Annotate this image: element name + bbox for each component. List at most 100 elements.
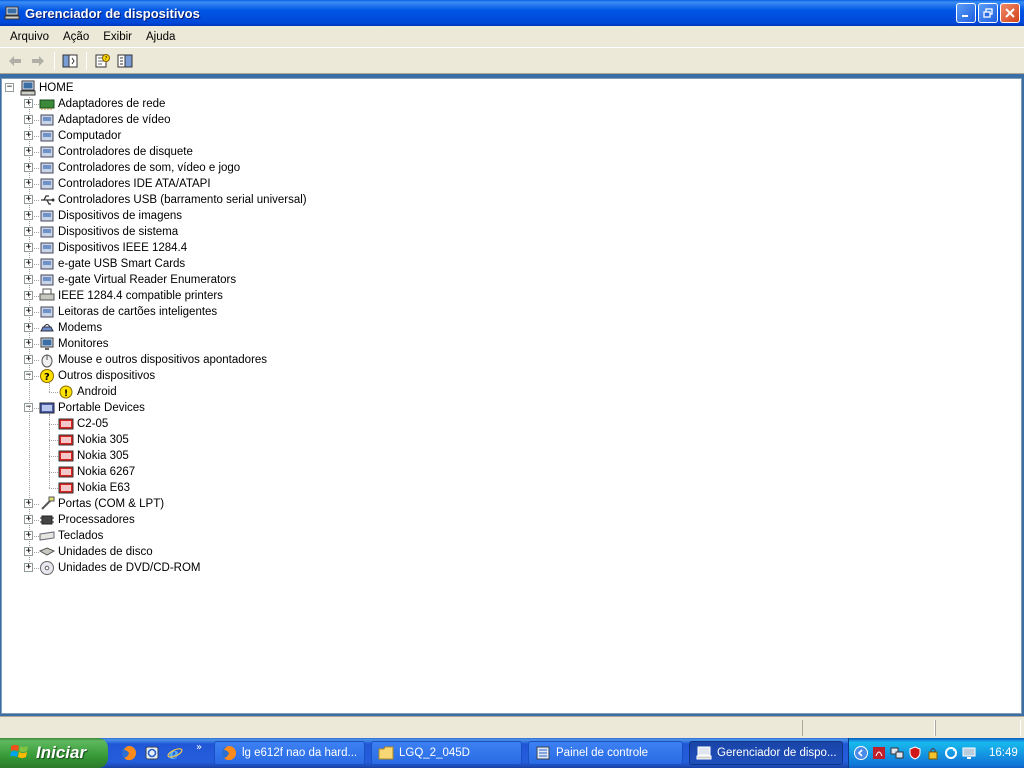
tree-device[interactable]: Nokia 6267	[58, 464, 135, 480]
tree-item-label: Nokia 6267	[77, 466, 136, 478]
tree-device[interactable]: Nokia 305	[58, 448, 129, 464]
tree-item-label: C2-05	[77, 418, 109, 430]
firefox-icon[interactable]	[120, 744, 138, 762]
collapse-icon[interactable]: −	[5, 83, 14, 92]
update-icon[interactable]	[943, 745, 959, 761]
device-tree-pane[interactable]: − HOME + Adaptadores de rede + Adaptadores de…	[1, 78, 1022, 714]
tree-category[interactable]: Dispositivos IEEE 1284.4	[39, 240, 187, 256]
tree-connector	[49, 488, 58, 489]
cdrom-icon	[39, 560, 55, 576]
properties-help-icon[interactable]: ?	[91, 50, 113, 72]
tree-category[interactable]: Unidades de DVD/CD-ROM	[39, 560, 201, 576]
security-icon[interactable]	[925, 745, 941, 761]
title-bar[interactable]: Gerenciador de dispositivos	[0, 0, 1024, 26]
device-manager-icon	[4, 5, 20, 21]
tree-category[interactable]: Controladores de disquete	[39, 144, 193, 160]
tree-category[interactable]: Mouse e outros dispositivos apontadores	[39, 352, 267, 368]
device-manager-icon	[696, 745, 712, 761]
network-icon[interactable]	[889, 745, 905, 761]
network-adapter-icon	[39, 96, 55, 112]
tree-item-label: Processadores	[58, 514, 135, 526]
tree-item-label: Dispositivos de imagens	[58, 210, 183, 222]
svg-text:?: ?	[105, 56, 108, 62]
tree-category[interactable]: Computador	[39, 128, 121, 144]
keyboard-icon	[39, 528, 55, 544]
task-firefox[interactable]: lg e612f nao da hard...	[214, 741, 365, 765]
start-button[interactable]: Iniciar	[0, 738, 108, 768]
minimize-button[interactable]	[956, 3, 976, 23]
tree-category[interactable]: Modems	[39, 320, 102, 336]
tree-item-label: Monitores	[58, 338, 109, 350]
smart-card-icon	[39, 256, 55, 272]
tree-category[interactable]: Controladores de som, vídeo e jogo	[39, 160, 240, 176]
task-control-panel[interactable]: Painel de controle	[528, 741, 683, 765]
menu-bar: Arquivo Ação Exibir Ajuda	[0, 26, 1024, 48]
tree-category[interactable]: Unidades de disco	[39, 544, 153, 560]
tree-connector	[49, 414, 50, 488]
tree-category[interactable]: Leitoras de cartões inteligentes	[39, 304, 217, 320]
tree-item-label: IEEE 1284.4 compatible printers	[58, 290, 223, 302]
tree-category[interactable]: Processadores	[39, 512, 135, 528]
tree-connector	[29, 94, 30, 568]
tree-item-label: e-gate USB Smart Cards	[58, 258, 186, 270]
usb-icon	[39, 192, 55, 208]
display-icon[interactable]	[961, 745, 977, 761]
tree-category[interactable]: Dispositivos de imagens	[39, 208, 182, 224]
tree-category[interactable]: ? Outros dispositivos	[39, 368, 155, 384]
tree-category[interactable]: Monitores	[39, 336, 109, 352]
menu-exibir[interactable]: Exibir	[96, 29, 139, 45]
status-segment	[802, 720, 935, 736]
show-hide-console-tree-icon[interactable]	[59, 50, 81, 72]
tree-category[interactable]: e-gate USB Smart Cards	[39, 256, 185, 272]
restore-button[interactable]	[978, 3, 998, 23]
task-device-manager[interactable]: Gerenciador de dispo...	[689, 741, 843, 765]
forward-icon[interactable]	[27, 50, 49, 72]
menu-ajuda[interactable]: Ajuda	[139, 29, 182, 45]
tree-item-label: Controladores de som, vídeo e jogo	[58, 162, 241, 174]
task-label: Gerenciador de dispo...	[717, 747, 837, 759]
tree-category[interactable]: Adaptadores de vídeo	[39, 112, 171, 128]
ie-icon[interactable]: e	[166, 744, 184, 762]
menu-acao[interactable]: Ação	[56, 29, 96, 45]
display-adapter-icon	[39, 112, 55, 128]
antivirus-icon[interactable]	[907, 745, 923, 761]
warning-device-icon: !	[58, 384, 74, 400]
back-icon[interactable]	[4, 50, 26, 72]
tree-item-label: Android	[77, 386, 117, 398]
task-folder[interactable]: LGQ_2_045D	[371, 741, 522, 765]
tree-category[interactable]: Portas (COM & LPT)	[39, 496, 164, 512]
tree-item-label: Adaptadores de rede	[58, 98, 166, 110]
modem-icon	[39, 320, 55, 336]
tree-device[interactable]: C2-05	[58, 416, 108, 432]
tree-item-label: HOME	[39, 82, 74, 94]
control-panel-icon	[535, 745, 551, 761]
status-bar	[0, 716, 1024, 738]
tree-category[interactable]: Controladores USB (barramento serial uni…	[39, 192, 307, 208]
tree-item-label: e-gate Virtual Reader Enumerators	[58, 274, 237, 286]
tray-expand-icon[interactable]	[853, 745, 869, 761]
tree-device[interactable]: ! Android	[58, 384, 117, 400]
tree-device[interactable]: Nokia E63	[58, 480, 130, 496]
ide-controller-icon	[39, 176, 55, 192]
tree-category[interactable]: Dispositivos de sistema	[39, 224, 178, 240]
tree-connector	[49, 382, 50, 392]
tree-category[interactable]: e-gate Virtual Reader Enumerators	[39, 272, 236, 288]
tree-connector	[49, 456, 58, 457]
ie-settings-icon[interactable]	[143, 744, 161, 762]
toolbar-separator	[86, 51, 87, 70]
tree-device[interactable]: Nokia 305	[58, 432, 129, 448]
tree-category[interactable]: Adaptadores de rede	[39, 96, 165, 112]
pdf-icon[interactable]	[871, 745, 887, 761]
device-list-icon[interactable]	[114, 50, 136, 72]
tree-category[interactable]: Teclados	[39, 528, 103, 544]
taskbar: Iniciar e » lg e612f nao da hard... LGQ_…	[0, 738, 1024, 768]
tree-category[interactable]: Portable Devices	[39, 400, 145, 416]
processor-icon	[39, 512, 55, 528]
menu-arquivo[interactable]: Arquivo	[3, 29, 56, 45]
tree-category[interactable]: IEEE 1284.4 compatible printers	[39, 288, 223, 304]
toolbar-separator	[54, 51, 55, 70]
portable-devices-icon	[39, 400, 55, 416]
tree-category[interactable]: Controladores IDE ATA/ATAPI	[39, 176, 211, 192]
quick-launch-more[interactable]: »	[196, 742, 202, 753]
close-button[interactable]	[1000, 3, 1020, 23]
